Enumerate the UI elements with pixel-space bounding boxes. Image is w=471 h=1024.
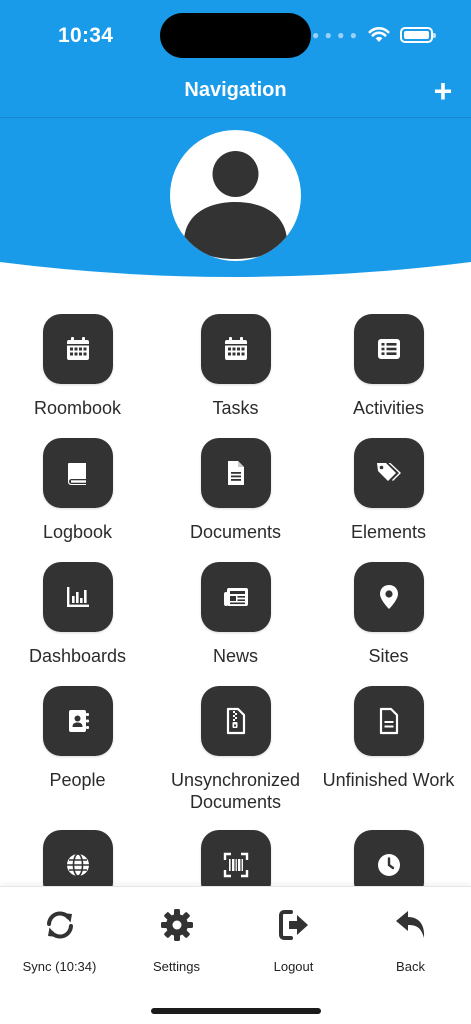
- logout-label: Logout: [273, 959, 314, 974]
- gear-icon: [160, 909, 193, 941]
- menu-item-label: News: [212, 646, 258, 666]
- menu-item-label: Documents: [189, 522, 282, 542]
- back-label: Back: [396, 959, 425, 974]
- book-icon: [67, 463, 86, 485]
- bottom-toolbar: Sync (10:34) Settings Logout Back: [0, 886, 471, 1024]
- menu-item-dashboards[interactable]: Dashboards: [0, 562, 155, 667]
- menu-item-scan[interactable]: [158, 830, 313, 886]
- tags-icon: [376, 463, 401, 481]
- menu-item-roombook[interactable]: Roombook: [0, 314, 155, 419]
- menu-item-documents[interactable]: Documents: [158, 438, 313, 543]
- settings-button[interactable]: Settings: [118, 907, 235, 974]
- calendar-icon: [66, 337, 89, 360]
- menu-item-time[interactable]: [311, 830, 466, 886]
- menu-item-unfinished-work[interactable]: Unfinished Work: [311, 686, 466, 791]
- logout-button[interactable]: Logout: [235, 907, 352, 974]
- signal-dots-icon: ● ● ● ●: [312, 27, 358, 42]
- file-text-icon: [227, 461, 244, 485]
- menu-item-activities[interactable]: Activities: [311, 314, 466, 419]
- calendar-icon: [224, 337, 247, 360]
- sync-label: Sync (10:34): [22, 959, 97, 974]
- menu-item-label: Elements: [350, 522, 427, 542]
- add-button[interactable]: +: [428, 74, 458, 108]
- status-indicators: ● ● ● ●: [312, 26, 436, 43]
- sync-icon: [46, 911, 73, 939]
- menu-item-label: Activities: [352, 398, 424, 418]
- file-archive-icon: [226, 707, 245, 735]
- menu-item-logbook[interactable]: Logbook: [0, 438, 155, 543]
- user-silhouette-icon: [177, 137, 294, 259]
- menu-item-sites[interactable]: Sites: [311, 562, 466, 667]
- back-button[interactable]: Back: [352, 907, 469, 974]
- page-title: Navigation: [184, 79, 287, 101]
- address-book-icon: [68, 710, 89, 732]
- settings-label: Settings: [153, 959, 200, 974]
- barcode-scan-icon: [223, 852, 248, 878]
- newspaper-icon: [223, 588, 248, 606]
- menu-item-web[interactable]: [0, 830, 155, 886]
- wifi-icon: [368, 27, 390, 42]
- dynamic-island: [160, 13, 311, 58]
- reply-arrow-icon: [395, 911, 424, 938]
- menu-item-label: People: [49, 770, 106, 790]
- status-bar: 10:34 ● ● ● ●: [0, 0, 471, 70]
- bar-chart-icon: [66, 587, 89, 607]
- menu-grid: Roombook Tasks Activities Logbook Docume…: [0, 314, 471, 886]
- menu-item-label: Sites: [368, 646, 409, 666]
- menu-item-label: Logbook: [42, 522, 113, 542]
- menu-item-tasks[interactable]: Tasks: [158, 314, 313, 419]
- sync-button[interactable]: Sync (10:34): [1, 907, 118, 974]
- menu-item-unsynchronized-documents[interactable]: Unsynchronized Documents: [158, 686, 313, 813]
- list-icon: [377, 339, 400, 359]
- menu-item-label: Unsynchronized Documents: [170, 770, 301, 812]
- menu-item-news[interactable]: News: [158, 562, 313, 667]
- status-time: 10:34: [58, 24, 114, 47]
- menu-item-label: Dashboards: [28, 646, 127, 666]
- menu-item-label: Roombook: [33, 398, 122, 418]
- avatar[interactable]: [170, 130, 301, 261]
- file-lines-icon: [379, 707, 398, 735]
- map-marker-icon: [379, 585, 398, 609]
- header: 10:34 ● ● ● ● Navigation +: [0, 0, 471, 280]
- clock-icon: [377, 854, 400, 876]
- menu-item-label: Tasks: [212, 398, 259, 418]
- home-indicator: [151, 1008, 321, 1014]
- nav-divider: [0, 117, 471, 118]
- menu-item-label: Unfinished Work: [322, 770, 455, 790]
- menu-item-elements[interactable]: Elements: [311, 438, 466, 543]
- logout-icon: [278, 910, 308, 940]
- globe-icon: [66, 853, 89, 877]
- menu-item-people[interactable]: People: [0, 686, 155, 791]
- battery-icon: [400, 26, 436, 43]
